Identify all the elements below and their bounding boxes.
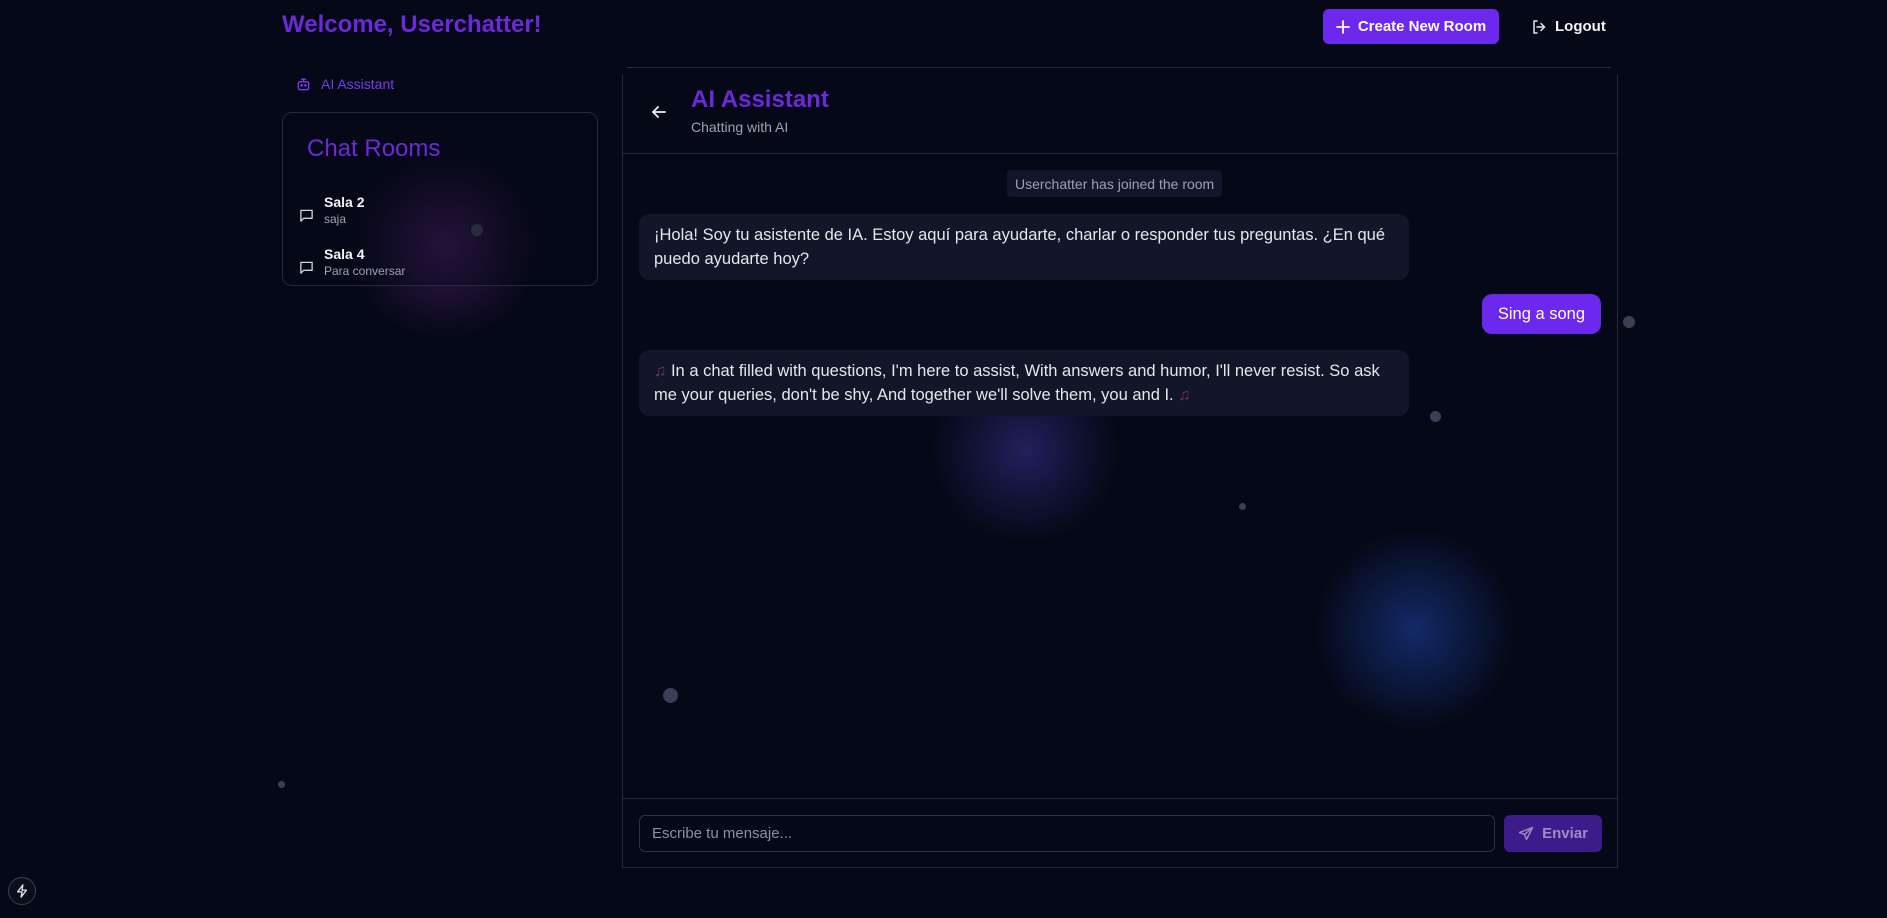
background-dot: [278, 781, 285, 788]
chat-subtitle: Chatting with AI: [691, 119, 789, 135]
welcome-heading: Welcome, Userchatter!: [282, 11, 542, 38]
ai-assistant-link[interactable]: AI Assistant: [296, 76, 394, 92]
create-new-room-label: Create New Room: [1357, 18, 1487, 35]
chat-title: AI Assistant: [691, 86, 829, 113]
chat-header: AI Assistant Chatting with AI: [623, 75, 1617, 154]
room-description: Para conversar: [324, 264, 406, 278]
chat-panel: AI Assistant Chatting with AI Userchatte…: [622, 75, 1618, 868]
bolt-button[interactable]: [8, 877, 36, 905]
logout-label: Logout: [1555, 18, 1606, 35]
message-text: In a chat filled with questions, I'm her…: [654, 362, 1380, 404]
send-button[interactable]: Enviar: [1504, 815, 1602, 852]
ai-message: ¡Hola! Soy tu asistente de IA. Estoy aqu…: [639, 214, 1409, 280]
room-name: Sala 4: [324, 246, 365, 262]
message-text: ¡Hola! Soy tu asistente de IA. Estoy aqu…: [654, 226, 1386, 268]
arrow-left-icon: [647, 100, 671, 124]
bolt-icon: [15, 884, 29, 898]
logout-button[interactable]: Logout: [1525, 9, 1606, 44]
room-description: saja: [324, 212, 347, 226]
bot-icon: [296, 77, 311, 92]
back-button[interactable]: [647, 100, 671, 124]
ai-message: ♫ In a chat filled with questions, I'm h…: [639, 350, 1409, 416]
room-text: Sala 2 saja: [324, 193, 364, 227]
message-square-icon: [299, 204, 314, 227]
create-new-room-button[interactable]: Create New Room: [1323, 9, 1499, 44]
background-dot: [1623, 316, 1635, 328]
chat-rooms-panel: Chat Rooms Sala 2 saja Sala 4 Para conve…: [282, 112, 598, 286]
send-icon: [1518, 826, 1534, 842]
music-note-icon: ♫: [654, 362, 667, 380]
room-text: Sala 4 Para conversar: [324, 245, 405, 279]
room-item-sala-4[interactable]: Sala 4 Para conversar: [299, 245, 405, 279]
chat-rooms-title: Chat Rooms: [307, 135, 441, 162]
divider: [627, 67, 1611, 68]
message-input[interactable]: [639, 815, 1495, 852]
send-label: Enviar: [1542, 825, 1588, 842]
room-name: Sala 2: [324, 194, 365, 210]
ai-assistant-link-label: AI Assistant: [321, 76, 395, 92]
app-page: Welcome, Userchatter! Create New Room Lo…: [0, 0, 1887, 918]
message-square-icon: [299, 256, 314, 279]
user-message: Sing a song: [1481, 294, 1601, 334]
message-composer: Enviar: [623, 798, 1617, 868]
music-note-icon: ♫: [1178, 386, 1191, 404]
logout-icon: [1531, 19, 1547, 35]
system-message: Userchatter has joined the room: [1007, 170, 1223, 197]
message-text: Sing a song: [1497, 304, 1585, 323]
room-item-sala-2[interactable]: Sala 2 saja: [299, 193, 364, 227]
plus-icon: [1335, 19, 1350, 34]
